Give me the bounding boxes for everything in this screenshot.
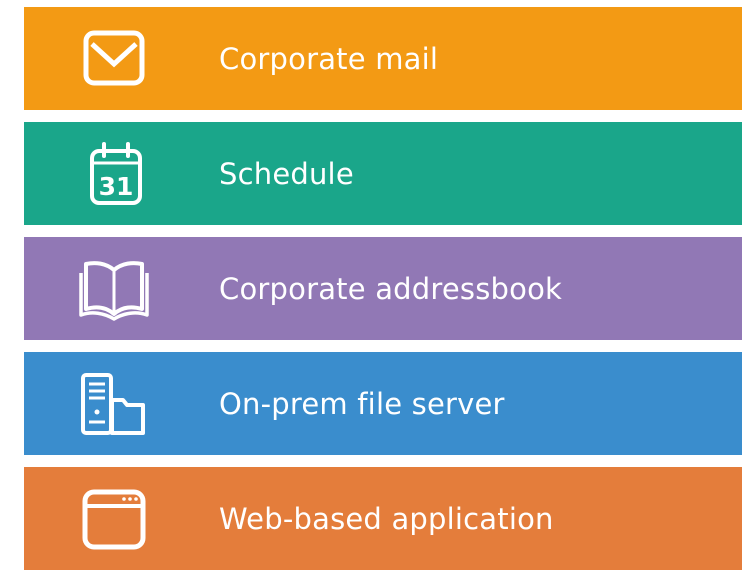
service-item-corporate-mail[interactable]: Corporate mail — [24, 7, 742, 110]
service-item-schedule[interactable]: 31 Schedule — [24, 122, 742, 225]
server-folder-icon — [73, 372, 155, 436]
browser-window-icon — [73, 487, 155, 551]
service-item-label: Schedule — [219, 156, 354, 191]
calendar-day-number: 31 — [99, 172, 134, 201]
service-item-web-based-application[interactable]: Web-based application — [24, 467, 742, 570]
mail-icon — [73, 27, 155, 91]
service-item-label: On-prem file server — [219, 386, 505, 421]
service-item-label: Web-based application — [219, 501, 554, 536]
service-item-label: Corporate mail — [219, 41, 439, 76]
open-book-icon — [73, 257, 155, 321]
calendar-icon: 31 — [73, 141, 155, 206]
service-item-corporate-addressbook[interactable]: Corporate addressbook — [24, 237, 742, 340]
service-item-on-prem-file-server[interactable]: On-prem file server — [24, 352, 742, 455]
service-item-label: Corporate addressbook — [219, 271, 563, 306]
